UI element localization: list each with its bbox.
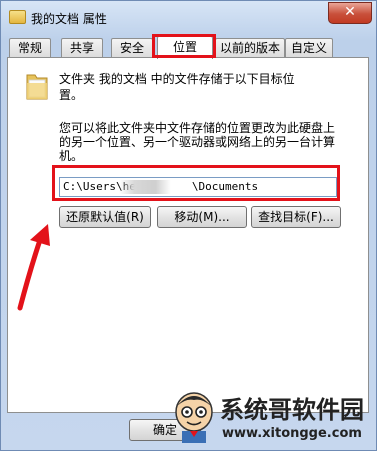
location-tab-panel [7, 57, 369, 413]
folder-location-info: 文件夹 我的文档 中的文件存储于以下目标位 置。 [59, 71, 319, 103]
documents-folder-icon [26, 74, 48, 100]
tab-sharing[interactable]: 共享 [61, 38, 103, 57]
find-target-button[interactable]: 查找目标(F)... [251, 206, 341, 228]
restore-default-button[interactable]: 还原默认值(R) [59, 206, 151, 228]
path-highlight-box [52, 165, 340, 201]
location-description: 您可以将此文件夹中文件存储的位置更改为此硬盘上 的另一个位置、另一个驱动器或网络… [59, 121, 347, 163]
title-bar[interactable]: 我的文档 属性 ✕ [1, 1, 377, 35]
description-line: 您可以将此文件夹中文件存储的位置更改为此硬盘上 [59, 121, 336, 135]
window-title: 我的文档 属性 [31, 12, 107, 26]
site-watermark: 系统哥软件园 www.xitongge.com [172, 388, 377, 451]
tab-previous-versions[interactable]: 以前的版本 [215, 38, 285, 57]
close-button[interactable]: ✕ [328, 2, 372, 24]
tab-general[interactable]: 常规 [9, 38, 51, 57]
folder-icon [9, 10, 26, 24]
properties-window: 我的文档 属性 ✕ 常规 共享 安全 位置 以前的版本 自定义 文件夹 我的文档… [0, 0, 377, 451]
tab-customize[interactable]: 自定义 [285, 38, 333, 57]
info-line: 置。 [59, 88, 84, 102]
watermark-url: www.xitongge.com [222, 426, 362, 441]
tab-highlight-box [152, 34, 216, 58]
move-button[interactable]: 移动(M)... [157, 206, 247, 228]
description-line: 的另一个位置、另一个驱动器或网络上的另一台计算 [59, 135, 336, 149]
watermark-title: 系统哥软件园 [220, 396, 364, 424]
mascot-logo [175, 392, 213, 443]
description-line: 机。 [59, 149, 84, 163]
tab-security[interactable]: 安全 [111, 38, 153, 57]
info-line: 文件夹 我的文档 中的文件存储于以下目标位 [59, 72, 295, 86]
